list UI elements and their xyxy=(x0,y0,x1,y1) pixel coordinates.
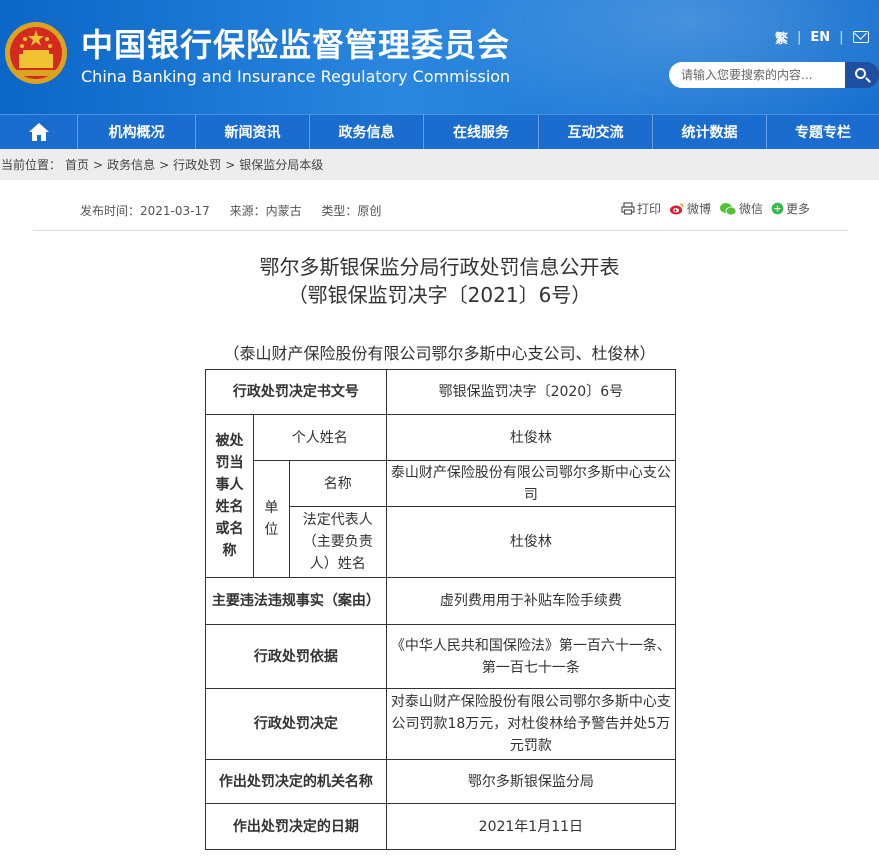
main-nav: 机构概况 新闻资讯 政务信息 在线服务 互动交流 统计数据 专题专栏 xyxy=(0,114,879,150)
authority-value: 鄂尔多斯银保监分局 xyxy=(385,759,677,804)
document-title-line2: （鄂银保监罚决字〔2021〕6号） xyxy=(287,283,592,307)
home-icon xyxy=(28,123,49,141)
breadcrumb-separator: > xyxy=(93,157,104,172)
nav-item-online-service[interactable]: 在线服务 xyxy=(423,114,538,150)
legal-rep-label: 法定代表人（主要负责人）姓名 xyxy=(288,506,387,578)
more-share-button[interactable]: 更多 xyxy=(771,200,810,217)
individual-label: 个人姓名 xyxy=(252,414,387,461)
breadcrumb-gov-info[interactable]: 政务信息 xyxy=(107,156,155,173)
traditional-chinese-link[interactable]: 繁 xyxy=(775,28,788,47)
decision-value: 对泰山财产保险股份有限公司鄂尔多斯中心支公司罚款18万元，对杜俊林给予警告并处5… xyxy=(385,688,677,760)
party-label: 被处罚当事人姓名或名称 xyxy=(205,414,254,578)
table-row: 被处罚当事人姓名或名称 个人姓名 杜俊林 xyxy=(205,414,677,578)
table-row: 作出处罚决定的机关名称 鄂尔多斯银保监分局 xyxy=(205,759,677,804)
document-title: 鄂尔多斯银保监分局行政处罚信息公开表 （鄂银保监罚决字〔2021〕6号） xyxy=(0,253,879,309)
nav-item-statistics[interactable]: 统计数据 xyxy=(652,114,766,150)
penalty-info-table: 行政处罚决定书文号 鄂银保监罚决字〔2020〕6号 被处罚当事人姓名或名称 个人… xyxy=(205,369,677,850)
breadcrumb-separator: > xyxy=(225,157,236,172)
doc-no-value: 鄂银保监罚决字〔2020〕6号 xyxy=(385,369,677,415)
separator: | xyxy=(839,29,844,45)
site-title-en: China Banking and Insurance Regulatory C… xyxy=(81,67,511,86)
separator: | xyxy=(797,29,802,45)
basis-label: 行政处罚依据 xyxy=(205,624,387,689)
nav-item-news[interactable]: 新闻资讯 xyxy=(195,114,309,150)
english-link[interactable]: EN xyxy=(810,30,830,45)
print-label: 打印 xyxy=(637,202,662,216)
breadcrumb: 当前位置： 首页 > 政务信息 > 行政处罚 > 银保监分局本级 xyxy=(0,149,879,180)
breadcrumb-current[interactable]: 银保监分局本级 xyxy=(239,156,323,173)
printer-icon xyxy=(621,202,635,215)
table-row: 行政处罚决定 对泰山财产保险股份有限公司鄂尔多斯中心支公司罚款18万元，对杜俊林… xyxy=(205,688,677,760)
search-icon xyxy=(855,68,866,79)
weibo-label: 微博 xyxy=(687,202,712,216)
top-links: 繁 | EN | xyxy=(775,28,869,47)
share-bar: 打印 微博 微信 更多 xyxy=(621,200,818,217)
more-label: 更多 xyxy=(786,202,811,216)
date-value: 2021年1月11日 xyxy=(385,803,677,850)
nav-home[interactable] xyxy=(0,115,77,150)
print-button[interactable]: 打印 xyxy=(621,200,661,217)
wechat-icon xyxy=(720,202,737,215)
nav-item-topics[interactable]: 专题专栏 xyxy=(766,114,879,150)
unit-label: 单位 xyxy=(252,460,290,578)
nav-item-interaction[interactable]: 互动交流 xyxy=(538,114,652,150)
legal-rep-value: 杜俊林 xyxy=(385,506,677,578)
table-row: 行政处罚决定书文号 鄂银保监罚决字〔2020〕6号 xyxy=(205,369,677,415)
unit-name-value: 泰山财产保险股份有限公司鄂尔多斯中心支公司 xyxy=(385,460,677,507)
table-row: 单位 名称 泰山财产保险股份有限公司鄂尔多斯中心支公司 xyxy=(206,460,677,578)
wechat-share-button[interactable]: 微信 xyxy=(719,200,763,217)
national-emblem-icon xyxy=(5,22,67,84)
plus-icon xyxy=(771,202,784,215)
source: 来源：内蒙古 xyxy=(229,204,302,218)
individual-value: 杜俊林 xyxy=(385,414,677,461)
table-row: 作出处罚决定的日期 2021年1月11日 xyxy=(205,803,677,850)
nav-item-org[interactable]: 机构概况 xyxy=(77,114,195,150)
table-row: 主要违法违规事实（案由） 虚列费用用于补贴车险手续费 xyxy=(205,577,677,625)
weibo-icon xyxy=(670,203,684,215)
facts-label: 主要违法违规事实（案由） xyxy=(205,577,387,625)
authority-label: 作出处罚决定的机关名称 xyxy=(205,759,387,804)
doc-no-label: 行政处罚决定书文号 xyxy=(205,369,387,415)
unit-name-label: 名称 xyxy=(288,460,387,507)
facts-value: 虚列费用用于补贴车险手续费 xyxy=(385,577,677,625)
publish-time: 发布时间：2021-03-17 xyxy=(80,204,210,218)
nav-item-gov-info[interactable]: 政务信息 xyxy=(309,114,423,150)
article-type: 类型：原创 xyxy=(321,204,382,218)
document-subtitle: （泰山财产保险股份有限公司鄂尔多斯中心支公司、杜俊林） xyxy=(223,344,656,363)
search-box xyxy=(669,62,879,88)
meta-info: 发布时间：2021-03-17 来源：内蒙古 类型：原创 xyxy=(80,202,397,219)
weibo-share-button[interactable]: 微博 xyxy=(669,200,711,217)
table-row: 行政处罚依据 《中华人民共和国保险法》第一百六十一条、第一百七十一条 xyxy=(205,624,677,689)
date-label: 作出处罚决定的日期 xyxy=(205,803,387,850)
site-title-cn: 中国银行保险监督管理委员会 xyxy=(81,26,511,64)
site-header: 中国银行保险监督管理委员会 China Banking and Insuranc… xyxy=(0,0,879,114)
breadcrumb-separator: > xyxy=(159,157,170,172)
decision-label: 行政处罚决定 xyxy=(205,688,387,760)
article-meta: 发布时间：2021-03-17 来源：内蒙古 类型：原创 打印 微博 微信 更多 xyxy=(33,198,848,231)
mail-icon[interactable] xyxy=(852,31,869,43)
breadcrumb-home[interactable]: 首页 xyxy=(65,156,89,173)
search-input[interactable] xyxy=(669,62,847,88)
basis-value: 《中华人民共和国保险法》第一百六十一条、第一百七十一条 xyxy=(385,624,677,689)
breadcrumb-prefix: 当前位置： xyxy=(1,158,62,172)
search-button[interactable] xyxy=(845,62,879,88)
breadcrumb-penalty[interactable]: 行政处罚 xyxy=(173,156,221,173)
wechat-label: 微信 xyxy=(739,202,764,216)
document-title-line1: 鄂尔多斯银保监分局行政处罚信息公开表 xyxy=(259,255,620,279)
